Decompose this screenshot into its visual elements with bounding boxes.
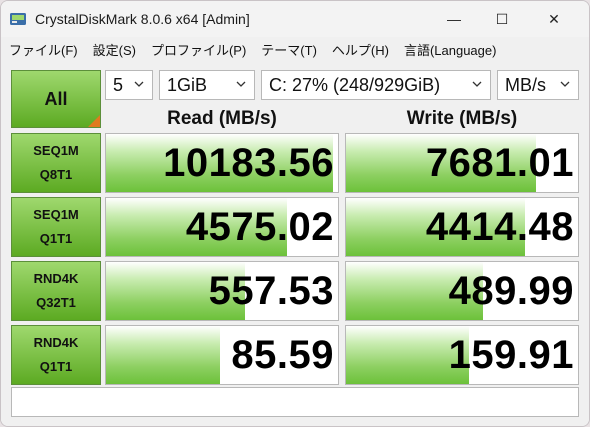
write-column-header: Write (MB/s) [406,108,518,129]
test-button-seq1m-q1t1[interactable]: SEQ1M Q1T1 [11,197,101,257]
write-result-seq1m-q8t1: 7681.01 [345,133,579,193]
test-name: SEQ1M [33,143,79,158]
run-all-button[interactable]: All [11,70,101,128]
read-value: 85.59 [231,332,334,377]
drive-value: C: 27% (248/929GiB) [269,74,441,95]
test-size-select[interactable]: 1GiB [159,70,255,100]
write-result-rnd4k-q1t1: 159.91 [345,325,579,385]
test-queue: Q1T1 [39,231,73,246]
read-value: 557.53 [208,268,334,313]
read-column-header: Read (MB/s) [167,108,277,129]
unit-select[interactable]: MB/s [497,70,579,100]
minimize-button[interactable]: — [431,1,477,37]
minimize-icon: — [447,11,461,27]
read-result-rnd4k-q32t1: 557.53 [105,261,339,321]
read-result-rnd4k-q1t1: 85.59 [105,325,339,385]
window-title: CrystalDiskMark 8.0.6 x64 [Admin] [35,11,250,27]
menu-language[interactable]: 言語(Language) [396,40,504,59]
unit-value: MB/s [505,74,547,95]
read-progress-bar [106,326,220,384]
app-window: CrystalDiskMark 8.0.6 x64 [Admin] — ☐ ✕ … [0,0,590,427]
maximize-icon: ☐ [495,10,509,27]
chevron-down-icon [560,81,570,87]
chevron-down-icon [472,81,482,87]
test-button-rnd4k-q1t1[interactable]: RND4K Q1T1 [11,325,101,385]
main-panel: All 5 1GiB C: 27% (248/929GiB) MB/s Read… [1,61,589,426]
test-button-rnd4k-q32t1[interactable]: RND4K Q32T1 [11,261,101,321]
test-count-value: 5 [113,74,124,95]
write-result-rnd4k-q32t1: 489.99 [345,261,579,321]
menu-theme[interactable]: テーマ(T) [253,40,324,59]
test-name: RND4K [33,335,79,350]
close-button[interactable]: ✕ [531,1,577,37]
corner-marker [88,115,100,127]
menu-profile[interactable]: プロファイル(P) [143,40,253,59]
test-queue: Q8T1 [39,167,73,182]
read-value: 10183.56 [163,140,334,185]
menu-help[interactable]: ヘルプ(H) [324,40,396,59]
menu-file[interactable]: ファイル(F) [1,40,85,59]
test-count-select[interactable]: 5 [105,70,153,100]
write-value: 489.99 [448,268,574,313]
write-value: 7681.01 [425,140,574,185]
test-button-seq1m-q8t1[interactable]: SEQ1M Q8T1 [11,133,101,193]
run-all-label: All [44,89,68,109]
test-queue: Q32T1 [36,295,76,310]
menu-bar: ファイル(F) 設定(S) プロファイル(P) テーマ(T) ヘルプ(H) 言語… [1,37,589,61]
read-result-seq1m-q8t1: 10183.56 [105,133,339,193]
test-name: RND4K [33,271,79,286]
app-disk-icon [10,13,26,25]
test-name: SEQ1M [33,207,79,222]
write-result-seq1m-q1t1: 4414.48 [345,197,579,257]
title-bar: CrystalDiskMark 8.0.6 x64 [Admin] — ☐ ✕ [1,1,589,37]
menu-settings[interactable]: 設定(S) [85,40,143,59]
chevron-down-icon [236,81,246,87]
comment-input[interactable] [11,387,579,417]
test-queue: Q1T1 [39,359,73,374]
test-size-value: 1GiB [167,74,208,95]
write-value: 4414.48 [425,204,574,249]
read-value: 4575.02 [185,204,334,249]
chevron-down-icon [134,81,144,87]
write-value: 159.91 [448,332,574,377]
maximize-button[interactable]: ☐ [479,1,525,37]
read-result-seq1m-q1t1: 4575.02 [105,197,339,257]
close-icon: ✕ [548,10,560,27]
drive-select[interactable]: C: 27% (248/929GiB) [261,70,491,100]
